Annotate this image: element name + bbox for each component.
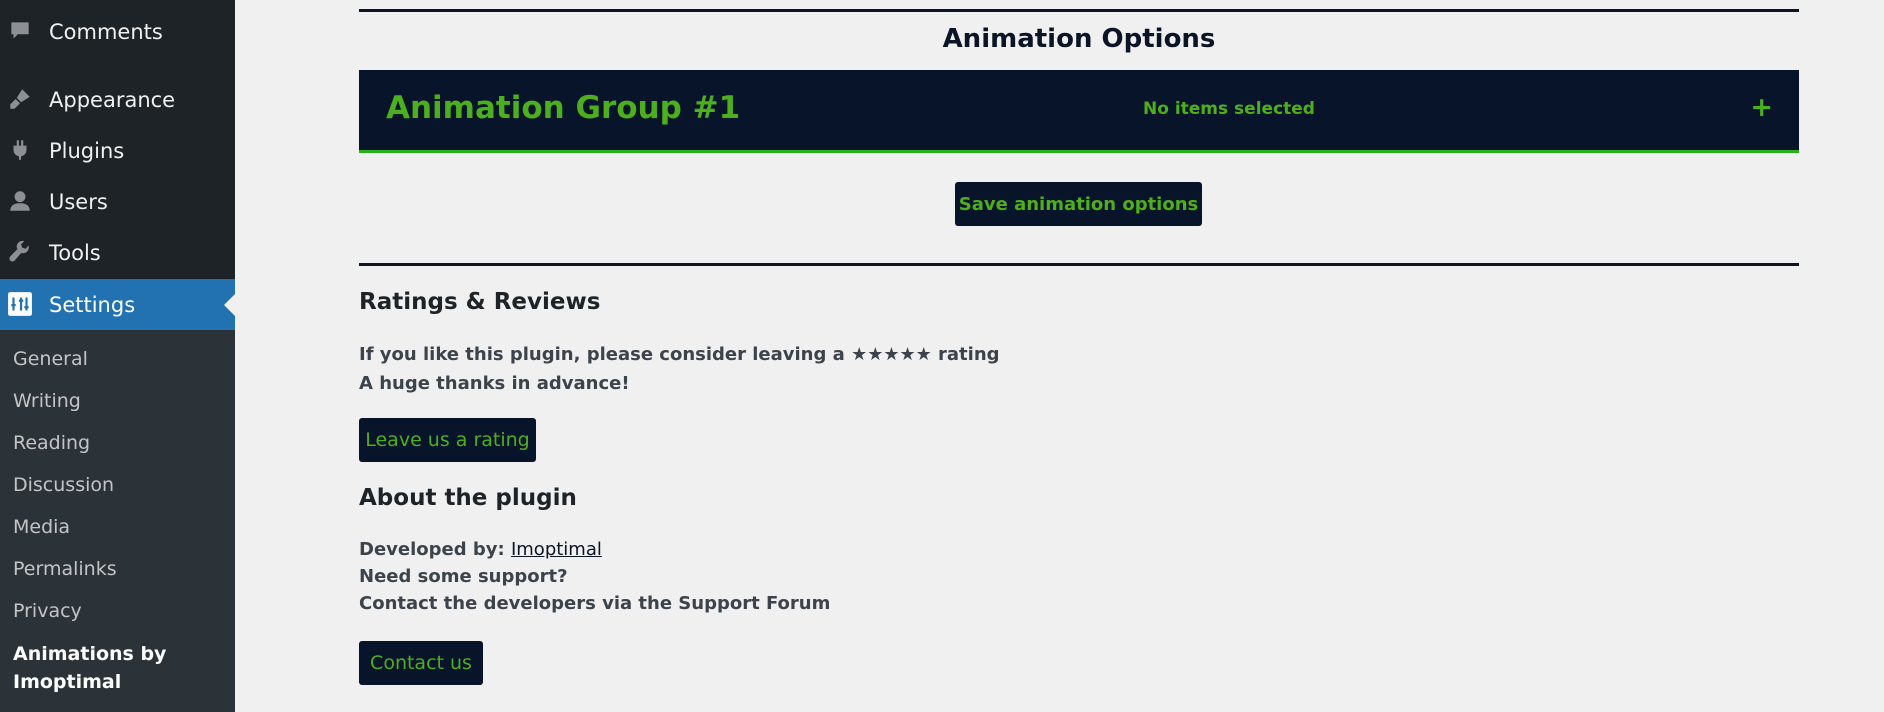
expand-group-plus-icon[interactable]: + (1750, 92, 1773, 123)
sidebar-item-label: Appearance (49, 87, 176, 112)
submenu-current-label-line2: Imoptimal (13, 671, 122, 693)
paintbrush-icon (10, 89, 30, 109)
plugin-icon (13, 140, 27, 160)
animation-group-status: No items selected (1143, 99, 1315, 119)
rating-request-text: If you like this plugin, please consider… (359, 344, 1000, 365)
sidebar-item-users[interactable]: Users (0, 176, 235, 227)
developed-by-label: Developed by: (359, 539, 505, 560)
submenu-media[interactable]: Media (13, 516, 70, 538)
submenu-animations-by-imoptimal[interactable]: Animations by Imoptimal (13, 640, 166, 696)
sidebar-item-label: Settings (49, 292, 136, 317)
admin-sidebar: Comments Appearance Plugins Users Tools … (0, 0, 235, 712)
sidebar-item-label: Users (49, 189, 108, 214)
submenu-discussion[interactable]: Discussion (13, 474, 114, 496)
active-indicator-arrow (224, 294, 235, 316)
sidebar-item-label: Comments (49, 19, 163, 44)
sidebar-item-plugins[interactable]: Plugins (0, 125, 235, 176)
submenu-writing[interactable]: Writing (13, 390, 81, 412)
submenu-permalinks[interactable]: Permalinks (13, 558, 117, 580)
developer-link[interactable]: Imoptimal (511, 539, 602, 560)
contact-us-button[interactable]: Contact us (359, 641, 483, 685)
submenu-reading[interactable]: Reading (13, 432, 90, 454)
animation-group-title: Animation Group #1 (386, 90, 741, 126)
developed-by-line: Developed by: Imoptimal (359, 539, 602, 560)
sidebar-item-appearance[interactable]: Appearance (0, 74, 235, 125)
animation-group-panel[interactable]: Animation Group #1 No items selected + (359, 70, 1799, 153)
wrench-icon (9, 240, 29, 262)
comment-icon (11, 22, 29, 39)
middle-divider (359, 263, 1799, 266)
submenu-privacy[interactable]: Privacy (13, 600, 82, 622)
sidebar-item-label: Tools (49, 240, 101, 265)
ratings-heading: Ratings & Reviews (359, 289, 601, 315)
sidebar-item-comments[interactable]: Comments (0, 6, 235, 57)
leave-rating-button[interactable]: Leave us a rating (359, 418, 536, 462)
sidebar-item-label: Plugins (49, 138, 125, 163)
top-divider (359, 9, 1799, 12)
sidebar-item-settings[interactable]: Settings (0, 279, 235, 330)
thanks-text: A huge thanks in advance! (359, 373, 630, 394)
contact-developers-text: Contact the developers via the Support F… (359, 593, 831, 614)
animation-options-heading: Animation Options (942, 24, 1216, 54)
user-icon (10, 191, 30, 211)
submenu-general[interactable]: General (13, 348, 88, 370)
submenu-current-label-line1: Animations by (13, 643, 167, 665)
save-animation-options-button[interactable]: Save animation options (955, 182, 1202, 226)
support-question-text: Need some support? (359, 566, 568, 587)
settings-icon (8, 292, 32, 316)
about-heading: About the plugin (359, 485, 577, 511)
sidebar-item-tools[interactable]: Tools (0, 227, 235, 278)
settings-submenu: General Writing Reading Discussion Media… (0, 330, 235, 712)
